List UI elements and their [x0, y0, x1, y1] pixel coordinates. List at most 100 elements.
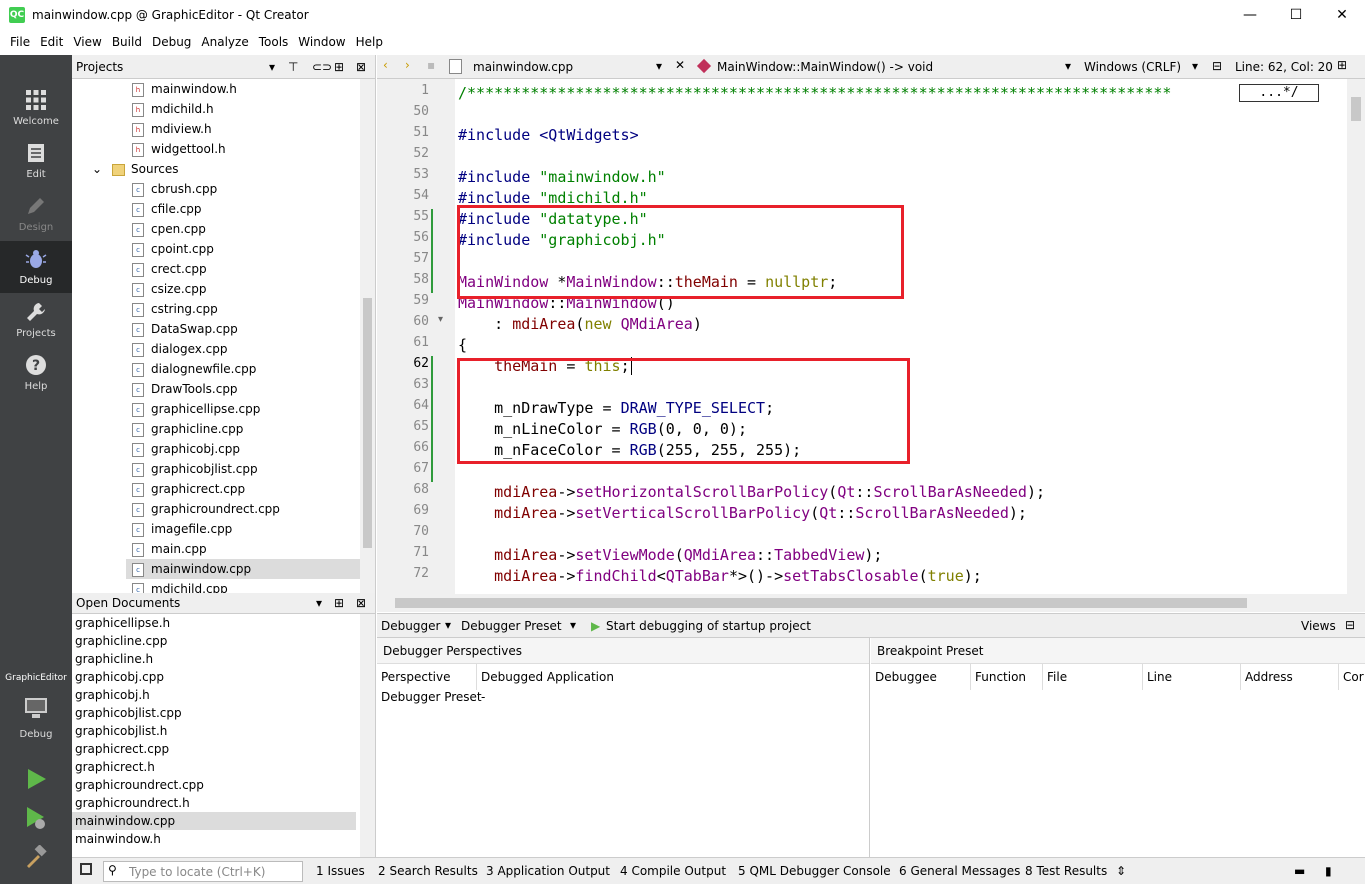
right-sidebar-toggle-icon[interactable]: ▮ — [1325, 864, 1332, 878]
close-pane-icon[interactable]: ⊠ — [356, 55, 366, 79]
tree-item[interactable]: c DataSwap.cpp — [132, 319, 238, 339]
tree-item[interactable]: c cpoint.cpp — [132, 239, 214, 259]
preset-dropdown-icon[interactable]: ▾ — [570, 618, 576, 632]
tree-item[interactable]: h mdichild.h — [132, 99, 214, 119]
tree-item[interactable]: c graphicobj.cpp — [132, 439, 240, 459]
menu-tools[interactable]: Tools — [254, 31, 294, 49]
open-documents-scrollbar[interactable] — [360, 614, 375, 857]
start-debugging-button[interactable]: Start debugging of startup project — [606, 619, 811, 633]
scroll-thumb[interactable] — [1351, 97, 1361, 121]
editor-file-selector[interactable]: mainwindow.cpp — [473, 60, 573, 74]
start-debug-icon[interactable]: ▶ — [591, 619, 600, 633]
open-document-item[interactable]: graphicrect.cpp — [75, 740, 169, 758]
tree-item[interactable]: c mainwindow.cpp — [126, 559, 360, 579]
tree-item[interactable]: c cbrush.cpp — [132, 179, 217, 199]
code-line[interactable]: mdiArea->setHorizontalScrollBarPolicy(Qt… — [458, 482, 1045, 503]
column-header[interactable]: Line — [1143, 664, 1241, 690]
line-ending-selector[interactable]: Windows (CRLF) — [1084, 60, 1181, 74]
menu-build[interactable]: Build — [107, 31, 147, 49]
menu-analyze[interactable]: Analyze — [196, 31, 253, 49]
build-hammer-icon[interactable] — [24, 845, 48, 869]
close-button[interactable]: ✕ — [1319, 0, 1365, 31]
filter-icon[interactable]: ⊤ — [288, 55, 298, 79]
tree-item[interactable]: c csize.cpp — [132, 279, 207, 299]
perspective-cell[interactable]: Debugger Preset — [381, 690, 482, 704]
open-document-item[interactable]: mainwindow.h — [75, 830, 161, 848]
close-pane-icon[interactable]: ⊠ — [356, 593, 366, 614]
line-ending-dropdown-icon[interactable]: ▾ — [1192, 59, 1198, 73]
open-document-item[interactable]: mainwindow.cpp — [72, 812, 356, 830]
column-header[interactable]: Perspective — [377, 664, 477, 690]
debugger-dropdown-icon[interactable]: ▾ — [445, 618, 451, 632]
tab-qml-debugger-console[interactable]: 5 QML Debugger Console — [738, 864, 891, 878]
mode-projects[interactable]: Projects — [0, 294, 72, 346]
folded-comment-marker[interactable]: ...*/ — [1239, 84, 1319, 102]
more-tabs-icon[interactable]: ⇕ — [1116, 864, 1126, 878]
column-header[interactable]: Function — [971, 664, 1043, 690]
tree-item[interactable]: c dialognewfile.cpp — [132, 359, 256, 379]
run-icon[interactable] — [24, 767, 48, 791]
split-editor-icon[interactable]: ⊟ — [1212, 59, 1222, 73]
tree-item[interactable]: c graphicellipse.cpp — [132, 399, 260, 419]
tree-item[interactable]: c cfile.cpp — [132, 199, 202, 219]
dropdown-arrow-icon[interactable]: ▾ — [316, 593, 322, 614]
debugger-preset-selector[interactable]: Debugger Preset — [461, 619, 562, 633]
code-line[interactable]: #include "mainwindow.h" — [458, 167, 666, 188]
tab-general-messages[interactable]: 6 General Messages — [899, 864, 1020, 878]
tree-item[interactable]: c cpen.cpp — [132, 219, 206, 239]
tree-item[interactable]: h mainwindow.h — [132, 79, 237, 99]
menu-file[interactable]: File — [5, 31, 35, 49]
tab-application-output[interactable]: 3 Application Output — [486, 864, 610, 878]
column-header[interactable]: Cor — [1339, 664, 1365, 690]
tree-item[interactable]: c cstring.cpp — [132, 299, 218, 319]
menu-debug[interactable]: Debug — [147, 31, 196, 49]
menu-help[interactable]: Help — [351, 31, 388, 49]
code-line[interactable]: #include <QtWidgets> — [458, 125, 639, 146]
symbol-dropdown-icon[interactable]: ▾ — [1065, 59, 1071, 73]
back-arrow-icon[interactable]: ‹ — [383, 58, 388, 72]
tab-search-results[interactable]: 2 Search Results — [378, 864, 478, 878]
mode-help[interactable]: ? Help — [0, 347, 72, 399]
tree-item[interactable]: c graphicroundrect.cpp — [132, 499, 280, 519]
views-button[interactable]: Views — [1301, 619, 1336, 633]
menu-window[interactable]: Window — [293, 31, 350, 49]
tree-item[interactable]: c graphicline.cpp — [132, 419, 243, 439]
mode-design[interactable]: Design — [0, 188, 72, 240]
open-document-item[interactable]: graphicellipse.h — [75, 614, 170, 632]
projects-dropdown-arrow-icon[interactable]: ▾ — [269, 55, 275, 79]
link-icon[interactable]: ⊂⊃ — [312, 55, 332, 79]
split-view-icon[interactable]: ⊞ — [1337, 58, 1347, 72]
column-header[interactable]: Debuggee — [871, 664, 971, 690]
split-icon[interactable]: ⊞ — [334, 593, 344, 614]
cursor-position[interactable]: Line: 62, Col: 20 — [1235, 60, 1333, 74]
tab-compile-output[interactable]: 4 Compile Output — [620, 864, 726, 878]
scroll-thumb[interactable] — [395, 598, 1247, 608]
code-line[interactable]: mdiArea->findChild<QTabBar*>()->setTabsC… — [458, 566, 982, 587]
column-header[interactable]: Debugged Application — [477, 664, 869, 690]
menu-edit[interactable]: Edit — [35, 31, 68, 49]
tree-item[interactable]: c imagefile.cpp — [132, 519, 232, 539]
code-editor[interactable]: /***************************************… — [455, 79, 1347, 594]
debug-run-icon[interactable] — [24, 805, 48, 831]
open-document-item[interactable]: graphicline.cpp — [75, 632, 167, 650]
code-line[interactable]: mdiArea->setViewMode(QMdiArea::TabbedVie… — [458, 545, 882, 566]
tree-item[interactable]: c mdichild.cpp — [132, 579, 228, 593]
fold-arrow-icon[interactable]: ▾ — [438, 314, 443, 325]
tree-item[interactable]: c main.cpp — [132, 539, 207, 559]
kit-selector[interactable]: Debug — [0, 687, 72, 747]
editor-horizontal-scrollbar[interactable] — [377, 594, 1365, 612]
tree-folder-sources[interactable]: ⌄ Sources — [92, 159, 178, 179]
tree-item[interactable]: c graphicrect.cpp — [132, 479, 245, 499]
symbol-selector[interactable]: MainWindow::MainWindow() -> void — [717, 60, 933, 74]
open-document-item[interactable]: graphicroundrect.h — [75, 794, 190, 812]
mode-edit[interactable]: Edit — [0, 135, 72, 187]
column-header[interactable]: File — [1043, 664, 1143, 690]
locator-input[interactable]: ⚲ Type to locate (Ctrl+K) — [103, 861, 303, 882]
close-pane-icon[interactable]: ⊟ — [1345, 618, 1355, 632]
open-document-item[interactable]: graphicline.h — [75, 650, 153, 668]
scroll-thumb[interactable] — [363, 298, 372, 548]
column-header[interactable]: Address — [1241, 664, 1339, 690]
tree-item[interactable]: c dialogex.cpp — [132, 339, 228, 359]
code-line[interactable]: : mdiArea(new QMdiArea) — [458, 314, 702, 335]
maximize-button[interactable]: ☐ — [1273, 0, 1319, 31]
